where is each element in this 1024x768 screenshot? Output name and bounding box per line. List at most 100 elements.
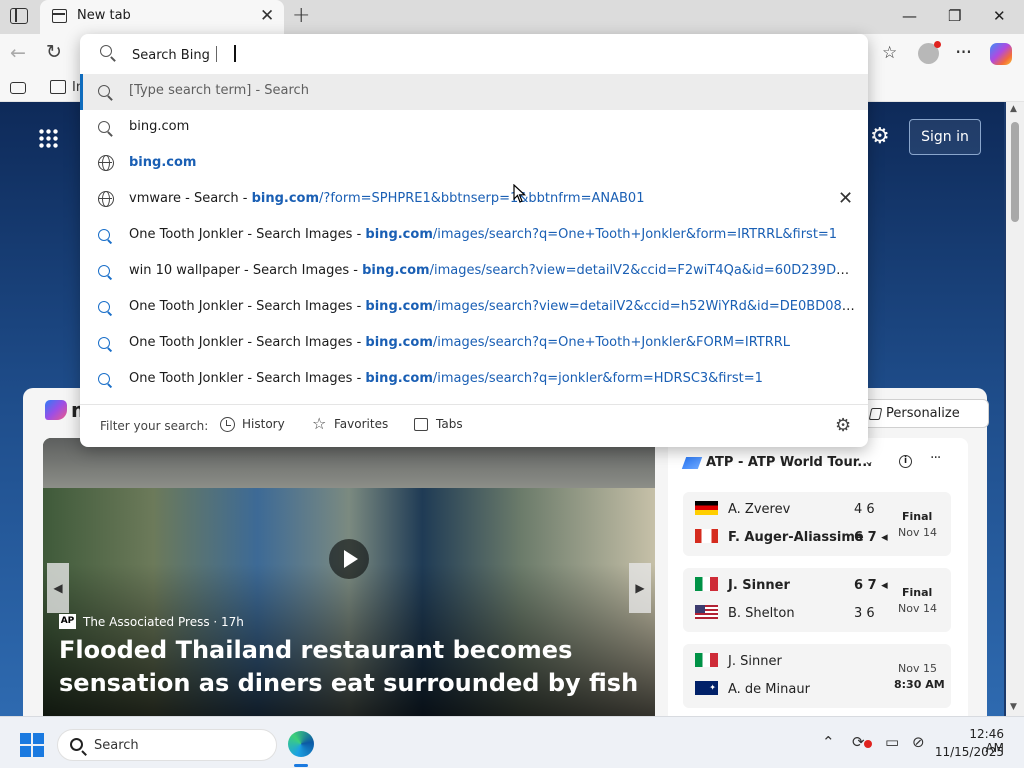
new-tab-plus-icon[interactable]: + [292,4,310,28]
sign-in-button[interactable]: Sign in [909,119,981,155]
match-card[interactable]: J. Sinner 6 7 ◂ B. Shelton 3 6 Final Nov… [683,568,951,632]
restore-icon[interactable]: ❐ [948,6,961,26]
match-date: Nov 14 [898,526,937,539]
player-row: A. Zverev [695,500,790,520]
page-scrollbar[interactable]: ▲ ▼ [1006,102,1024,716]
carousel-prev-icon[interactable]: ◀ [47,563,69,613]
suggestion-search-term[interactable]: [Type search term] - Search [80,74,868,110]
tab-actions-icon[interactable] [10,8,28,24]
source-logo: AP [59,614,76,629]
folder-icon[interactable] [50,80,66,94]
close-tab-icon[interactable]: ✕ [260,7,274,25]
filter-tabs-button[interactable]: Tabs [414,417,463,431]
star-icon: ☆ [312,414,327,433]
tabs-icon [414,418,428,431]
tab-new-tab[interactable]: New tab ✕ [40,0,284,34]
filter-favorites-button[interactable]: ☆ Favorites [312,414,388,433]
search-icon [98,85,110,97]
italy-flag-icon [695,653,718,667]
australia-flag-icon [695,681,718,695]
display-icon[interactable]: ▭ [885,733,899,751]
msn-logo-icon [45,400,67,420]
apps-grid-icon[interactable] [38,128,58,148]
windows-start-icon[interactable] [20,733,44,757]
suggestion-search[interactable]: bing.com [80,110,868,146]
address-bar-dropdown: [Type search term] - Search bing.com bin… [80,34,868,447]
back-arrow-icon[interactable]: ← [10,42,26,64]
play-video-icon[interactable] [329,539,369,579]
match-status: Final [902,510,933,523]
address-bar [80,34,868,74]
suggestion-history[interactable]: win 10 wallpaper - Search Images - bing.… [80,254,868,290]
more-options-icon[interactable]: ··· [955,40,972,64]
search-icon [98,121,110,133]
title-bar: New tab ✕ + — ❐ ✕ [0,0,1024,34]
hero-story[interactable]: ◀ ▶ AP The Associated Press · 17h Floode… [43,438,655,716]
filter-history-button[interactable]: History [220,417,285,432]
bing-search-icon [98,373,110,385]
search-settings-gear-icon[interactable]: ⚙ [835,415,851,436]
match-card[interactable]: J. Sinner A. de Minaur Nov 15 8:30 AM [683,644,951,708]
player-score: 6 7 ◂ [854,530,888,545]
bing-search-icon [98,337,110,349]
player-score: 6 7 ◂ [854,578,888,593]
history-icon [220,417,235,432]
player-score: 4 6 [854,502,875,517]
personalize-button[interactable]: Personalize [859,399,989,428]
player-row: A. de Minaur [695,680,810,700]
copilot-icon[interactable] [990,43,1012,65]
suggestion-history[interactable]: One Tooth Jonkler - Search Images - bing… [80,362,868,398]
page-settings-gear-icon[interactable]: ⚙ [870,124,890,149]
match-time: 8:30 AM [894,678,945,691]
story-source: The Associated Press · 17h [83,615,244,629]
match-card[interactable]: A. Zverev 4 6 F. Auger-Aliassime 6 7 ◂ F… [683,492,951,556]
scroll-thumb[interactable] [1011,122,1019,222]
carousel-next-icon[interactable]: ▶ [629,563,651,613]
scroll-down-icon[interactable]: ▼ [1010,702,1017,712]
edge-browser-icon[interactable] [288,731,314,757]
taskbar-search-box[interactable]: Search [57,729,277,761]
show-hidden-icons-chevron-icon[interactable]: ⌃ [822,733,835,751]
refresh-icon[interactable]: ↻ [46,41,62,63]
suggestion-history[interactable]: One Tooth Jonkler - Search Images - bing… [80,290,868,326]
filter-label: Filter your search: [100,419,209,433]
network-icon[interactable]: ⊘ [912,733,925,751]
clock-date[interactable]: 11/15/2025 [928,745,1004,759]
info-icon[interactable]: i [899,455,912,468]
player-row: J. Sinner [695,652,782,672]
usa-flag-icon [695,605,718,619]
bing-search-icon [98,229,110,241]
widget-more-icon[interactable]: ··· [930,450,941,466]
update-sync-icon[interactable]: ⟳ [852,733,865,751]
taskbar: Search ⌃ ⟳ ▭ ⊘ 12:46 AM 11/15/2025 [0,716,1024,768]
match-status: Final [902,586,933,599]
taskbar-search-label: Search [94,738,139,753]
player-row: F. Auger-Aliassime [695,528,864,548]
minimize-icon[interactable]: — [902,6,917,26]
search-icon [70,738,83,751]
player-score: 3 6 [854,606,875,621]
remove-suggestion-icon[interactable]: ✕ [838,188,853,210]
input-separator [216,46,217,62]
italy-flag-icon [695,577,718,591]
suggestion-history[interactable]: One Tooth Jonkler - Search Images - bing… [80,326,868,362]
germany-flag-icon [695,501,718,515]
new-tab-favicon-icon [52,9,67,23]
suggestion-site[interactable]: bing.com [80,146,868,182]
scroll-up-icon[interactable]: ▲ [1010,104,1017,114]
suggestion-history[interactable]: vmware - Search - bing.com/?form=SPHPRE1… [80,182,868,218]
favorites-star-icon[interactable]: ☆ [882,43,897,63]
address-bar-input[interactable] [132,44,832,66]
active-app-indicator [294,764,308,767]
chevron-down-icon[interactable]: ⌄ [864,454,874,468]
story-headline[interactable]: Flooded Thailand restaurant becomes sens… [59,634,639,700]
sports-league-title[interactable]: ATP - ATP World Tour... [706,455,872,470]
bing-search-icon [98,265,110,277]
suggestion-history[interactable]: One Tooth Jonkler - Search Images - bing… [80,218,868,254]
player-row: J. Sinner [695,576,790,596]
reading-mode-icon[interactable] [10,82,26,94]
search-filter-bar: Filter your search: History ☆ Favorites T… [80,404,868,447]
close-window-icon[interactable]: ✕ [993,6,1006,26]
player-row: B. Shelton [695,604,795,624]
match-date: Nov 15 [898,662,937,675]
